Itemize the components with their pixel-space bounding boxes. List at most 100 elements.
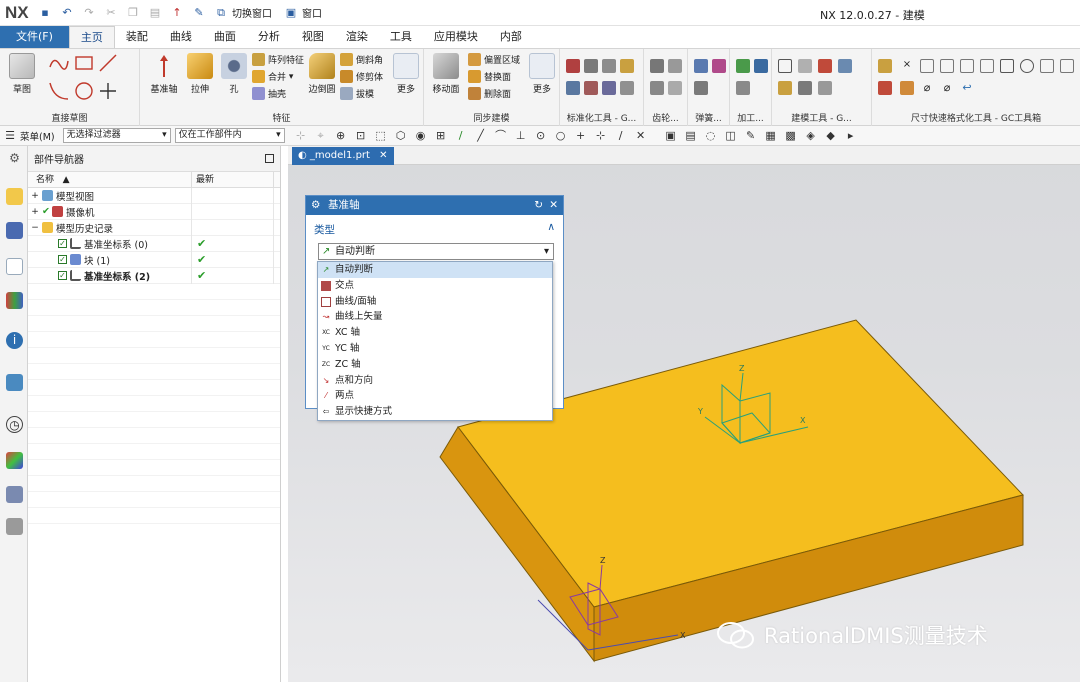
snap-icon-9[interactable]: / <box>455 129 467 142</box>
sketch-button[interactable]: 草图 <box>4 53 40 95</box>
tab-internal[interactable]: 内部 <box>489 26 533 48</box>
option-zc-axis[interactable]: ZC ZC 轴 <box>318 357 552 373</box>
gc-tool-icon-3[interactable] <box>602 59 616 73</box>
history-icon[interactable]: ◷ <box>6 416 23 433</box>
roles-icon[interactable] <box>6 486 23 503</box>
snap-icon-14[interactable]: ○ <box>555 129 567 142</box>
option-point-and-direction[interactable]: ↘ 点和方向 <box>318 373 552 389</box>
expand-icon[interactable]: + <box>28 207 42 217</box>
option-curve-face-axis[interactable]: 曲线/面轴 <box>318 294 552 310</box>
gear-tool-icon-1[interactable] <box>650 59 664 73</box>
snap-icon-13[interactable]: ⊙ <box>535 129 547 142</box>
window-label[interactable]: 窗口 <box>302 5 322 20</box>
file-menu[interactable]: 文件(F) <box>0 26 69 48</box>
gc-tool-icon-8[interactable] <box>620 81 634 95</box>
modeling-tool-icon-7[interactable] <box>818 81 832 95</box>
visibility-checkbox[interactable]: ✓ <box>58 239 67 248</box>
paste-icon[interactable]: ▤ <box>147 5 163 21</box>
snap-icon-16[interactable]: ⊹ <box>595 129 607 142</box>
move-face-button[interactable]: 移动面 <box>428 53 464 95</box>
view-icon-5[interactable]: ✎ <box>745 129 757 142</box>
dialog-gear-icon[interactable]: ⚙ <box>311 196 320 215</box>
switch-window-icon[interactable]: ⧉ <box>213 5 229 21</box>
type-section[interactable]: 类型 ∧ <box>306 215 563 244</box>
dim-tool-icon-6[interactable] <box>980 59 994 73</box>
type-dropdown[interactable]: ↗ 自动判断 ▾ <box>318 243 554 260</box>
extrude-button[interactable]: 拉伸 <box>182 53 218 95</box>
tab-render[interactable]: 渲染 <box>335 26 379 48</box>
dim-tool-icon-7[interactable] <box>1000 59 1014 73</box>
snap-icon-12[interactable]: ⊥ <box>515 129 527 142</box>
assembly-navigator-icon[interactable] <box>6 188 23 205</box>
modeling-tool-icon-4[interactable] <box>838 59 852 73</box>
gc-tool-icon-1[interactable] <box>566 59 580 73</box>
snap-icon-11[interactable]: ⌒ <box>495 129 507 142</box>
snap-icon-8[interactable]: ⊞ <box>435 129 447 142</box>
shell-button[interactable]: 抽壳 <box>252 87 286 100</box>
pattern-feature-button[interactable]: 阵列特征 <box>252 53 304 66</box>
tab-surface[interactable]: 曲面 <box>203 26 247 48</box>
view-icon-6[interactable]: ▦ <box>765 129 777 142</box>
offset-region-button[interactable]: 偏置区域 <box>468 53 520 66</box>
trim-body-button[interactable]: 修剪体 <box>340 70 383 83</box>
tree-row-model-views[interactable]: + 模型视图 <box>28 187 280 204</box>
menu-button[interactable]: 菜单(M) <box>20 129 55 143</box>
snap-icon-7[interactable]: ◉ <box>415 129 427 142</box>
redo-icon[interactable]: ↷ <box>81 5 97 21</box>
chamfer-button[interactable]: 倒斜角 <box>340 53 383 66</box>
draft-button[interactable]: 拔模 <box>340 87 374 100</box>
snap-icon-6[interactable]: ⬡ <box>395 129 407 142</box>
tree-row-cameras[interactable]: + ✔ 摄像机 <box>28 203 280 220</box>
tab-applications[interactable]: 应用模块 <box>423 26 489 48</box>
gear-tool-icon-2[interactable] <box>668 59 682 73</box>
dim-tool-icon-12[interactable] <box>900 81 914 95</box>
replace-face-button[interactable]: 替换面 <box>468 70 511 83</box>
column-latest[interactable]: 最新 <box>192 172 274 187</box>
machining-tool-icon-2[interactable] <box>754 59 768 73</box>
reset-icon[interactable]: ↻ <box>534 196 543 215</box>
save-icon[interactable]: ▪ <box>37 5 53 21</box>
copy-icon[interactable]: ❐ <box>125 5 141 21</box>
view-icon-10[interactable]: ▸ <box>845 129 857 142</box>
gear-tool-icon-3[interactable] <box>650 81 664 95</box>
machining-tool-icon-1[interactable] <box>736 59 750 73</box>
reuse-library-icon[interactable] <box>6 292 23 309</box>
web-browser-icon[interactable] <box>6 374 23 391</box>
option-show-shortcuts[interactable]: ⇦ 显示快捷方式 <box>318 404 552 420</box>
modeling-tool-icon-3[interactable] <box>818 59 832 73</box>
column-name[interactable]: 名称 ▲ <box>28 172 192 187</box>
tab-view[interactable]: 视图 <box>291 26 335 48</box>
delete-face-button[interactable]: 删除面 <box>468 87 511 100</box>
dim-tool-icon-1[interactable] <box>878 59 892 73</box>
spring-tool-icon-3[interactable] <box>694 81 708 95</box>
tree-row-block-1[interactable]: ✓ 块 (1) ✔ <box>28 251 280 268</box>
option-xc-axis[interactable]: XC XC 轴 <box>318 325 552 341</box>
dim-tool-icon-11[interactable] <box>878 81 892 95</box>
view-icon-8[interactable]: ◈ <box>805 129 817 142</box>
view-icon-4[interactable]: ◫ <box>725 129 737 142</box>
unite-button[interactable]: 合并 ▾ <box>252 70 293 83</box>
option-inferred[interactable]: ↗ 自动判断 <box>318 262 552 278</box>
gc-tool-icon-4[interactable] <box>620 59 634 73</box>
tab-tools[interactable]: 工具 <box>379 26 423 48</box>
view-icon-1[interactable]: ▣ <box>665 129 677 142</box>
dim-tool-icon-4[interactable] <box>940 59 954 73</box>
snap-icon-18[interactable]: ✕ <box>635 129 647 142</box>
window-icon[interactable]: ▣ <box>283 5 299 21</box>
diameter-icon[interactable]: ⌀ <box>920 81 934 95</box>
view-icon-7[interactable]: ▩ <box>785 129 797 142</box>
option-two-points[interactable]: ⁄ 两点 <box>318 388 552 404</box>
maximize-icon[interactable] <box>265 154 274 163</box>
dim-tool-icon-8[interactable] <box>1020 59 1034 73</box>
spring-tool-icon-2[interactable] <box>712 59 726 73</box>
snap-icon-3[interactable]: ⊕ <box>335 129 347 142</box>
tab-home[interactable]: 主页 <box>68 26 115 48</box>
part-navigator-icon[interactable] <box>6 258 23 275</box>
dim-tool-icon-3[interactable] <box>920 59 934 73</box>
snap-icon-10[interactable]: ╱ <box>475 129 487 142</box>
repeat-command-icon[interactable]: ↑ <box>169 5 185 21</box>
gc-tool-icon-2[interactable] <box>584 59 598 73</box>
spring-tool-icon-1[interactable] <box>694 59 708 73</box>
diameter-alt-icon[interactable]: ⌀ <box>940 81 954 95</box>
touch-mode-icon[interactable]: ✎ <box>191 5 207 21</box>
